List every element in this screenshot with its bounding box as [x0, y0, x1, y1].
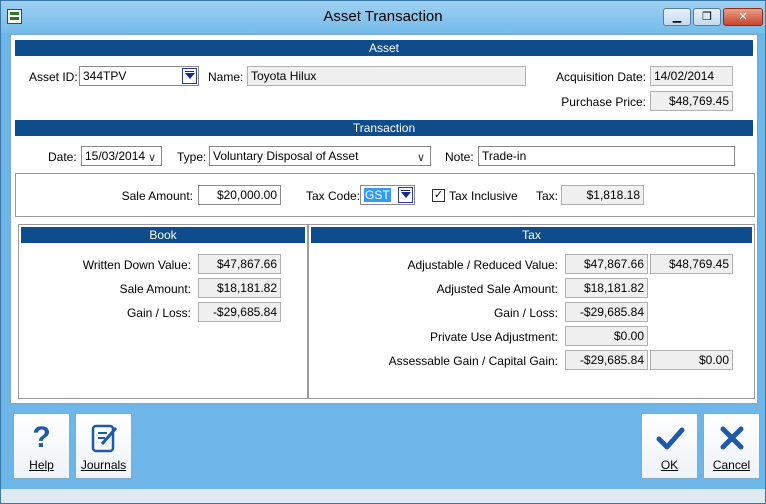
assessable-gain-field[interactable]: -$29,685.84	[565, 350, 648, 370]
private-use-adjustment-label: Private Use Adjustment:	[429, 330, 558, 344]
sale-amount-field[interactable]: $20,000.00	[198, 185, 281, 205]
ok-label: OK	[660, 458, 679, 472]
cancel-label: Cancel	[712, 458, 751, 472]
adjustable-reduced-value-field-2[interactable]: $48,769.45	[650, 254, 733, 274]
date-value: 15/03/2014	[85, 149, 146, 163]
help-label: Help	[29, 458, 54, 472]
asset-id-dropdown[interactable]: 344TPV	[79, 66, 199, 86]
purchase-price-field[interactable]: $48,769.45	[650, 91, 733, 111]
tax-gain-loss-label: Gain / Loss:	[493, 306, 558, 320]
cancel-button[interactable]: Cancel	[703, 413, 760, 479]
assessable-gain-label: Assessable Gain / Capital Gain:	[388, 354, 558, 368]
journals-label: Journals	[80, 458, 127, 472]
transaction-section-header: Transaction	[15, 120, 753, 136]
journal-pencil-icon	[76, 422, 131, 461]
tax-inclusive-checkbox[interactable]: ✓	[432, 189, 445, 202]
minimize-button[interactable]: ▁	[663, 8, 691, 26]
name-field[interactable]: Toyota Hilux	[247, 66, 526, 86]
capital-gain-field[interactable]: $0.00	[650, 350, 733, 370]
maximize-button[interactable]: ❐	[693, 8, 721, 26]
asset-section-header: Asset	[15, 40, 753, 56]
x-icon	[704, 422, 759, 461]
window-bottom-edge	[1, 489, 765, 503]
tax-field[interactable]: $1,818.18	[561, 185, 644, 205]
window-title: Asset Transaction	[323, 8, 443, 25]
asset-id-dropdown-icon[interactable]	[182, 68, 197, 84]
ok-button[interactable]: OK	[641, 413, 698, 479]
tax-inclusive-label: Tax Inclusive	[449, 189, 518, 203]
date-label: Date:	[48, 150, 77, 164]
adjusted-sale-amount-field[interactable]: $18,181.82	[565, 278, 648, 298]
chevron-down-icon[interactable]: ∨	[417, 149, 425, 165]
book-section-header: Book	[21, 227, 305, 243]
asset-transaction-window: Asset Transaction ▁ ❐ ✕ Asset Asset ID: …	[0, 0, 766, 504]
question-mark-icon: ?	[32, 421, 51, 454]
note-field[interactable]: Trade-in	[478, 146, 735, 166]
chevron-down-icon[interactable]: ∨	[148, 149, 156, 165]
name-label: Name:	[208, 70, 244, 84]
sale-amount-label: Sale Amount:	[121, 189, 193, 203]
private-use-adjustment-field[interactable]: $0.00	[565, 326, 648, 346]
tax-gain-loss-field[interactable]: -$29,685.84	[565, 302, 648, 322]
adjustable-reduced-value-field[interactable]: $47,867.66	[565, 254, 648, 274]
adjusted-sale-amount-label: Adjusted Sale Amount:	[436, 282, 558, 296]
type-dropdown[interactable]: Voluntary Disposal of Asset ∨	[209, 146, 431, 166]
type-label: Type:	[177, 150, 207, 164]
date-picker[interactable]: 15/03/2014 ∨	[81, 146, 162, 166]
book-gain-loss-label: Gain / Loss:	[126, 306, 191, 320]
asset-id-value: 344TPV	[83, 69, 127, 83]
title-bar[interactable]: Asset Transaction ▁ ❐ ✕	[1, 1, 765, 33]
book-sale-amount-label: Sale Amount:	[119, 282, 191, 296]
adjustable-reduced-value-label: Adjustable / Reduced Value:	[407, 258, 558, 272]
tax-section-header: Tax	[311, 227, 752, 243]
book-sale-amount-field[interactable]: $18,181.82	[198, 278, 281, 298]
tax-label: Tax:	[536, 189, 559, 203]
tax-code-label: Tax Code:	[306, 189, 361, 203]
asset-id-label: Asset ID:	[29, 70, 78, 84]
tax-code-value: GST	[364, 188, 391, 202]
acquisition-date-field[interactable]: 14/02/2014	[650, 66, 733, 86]
help-button[interactable]: ? Help	[13, 413, 70, 479]
journals-button[interactable]: Journals	[75, 413, 132, 479]
form-client-area: Asset Asset ID: 344TPV Name: Toyota Hilu…	[10, 34, 758, 404]
book-gain-loss-field[interactable]: -$29,685.84	[198, 302, 281, 322]
tax-code-dropdown[interactable]: GST	[360, 185, 415, 205]
purchase-price-label: Purchase Price:	[561, 95, 646, 109]
type-value: Voluntary Disposal of Asset	[213, 149, 359, 163]
note-label: Note:	[445, 150, 474, 164]
acquisition-date-label: Acquisition Date:	[555, 70, 646, 84]
close-button[interactable]: ✕	[723, 8, 763, 26]
tax-code-dropdown-icon[interactable]	[398, 187, 413, 203]
written-down-value-label: Written Down Value:	[82, 258, 191, 272]
checkmark-icon	[642, 422, 697, 461]
written-down-value-field[interactable]: $47,867.66	[198, 254, 281, 274]
